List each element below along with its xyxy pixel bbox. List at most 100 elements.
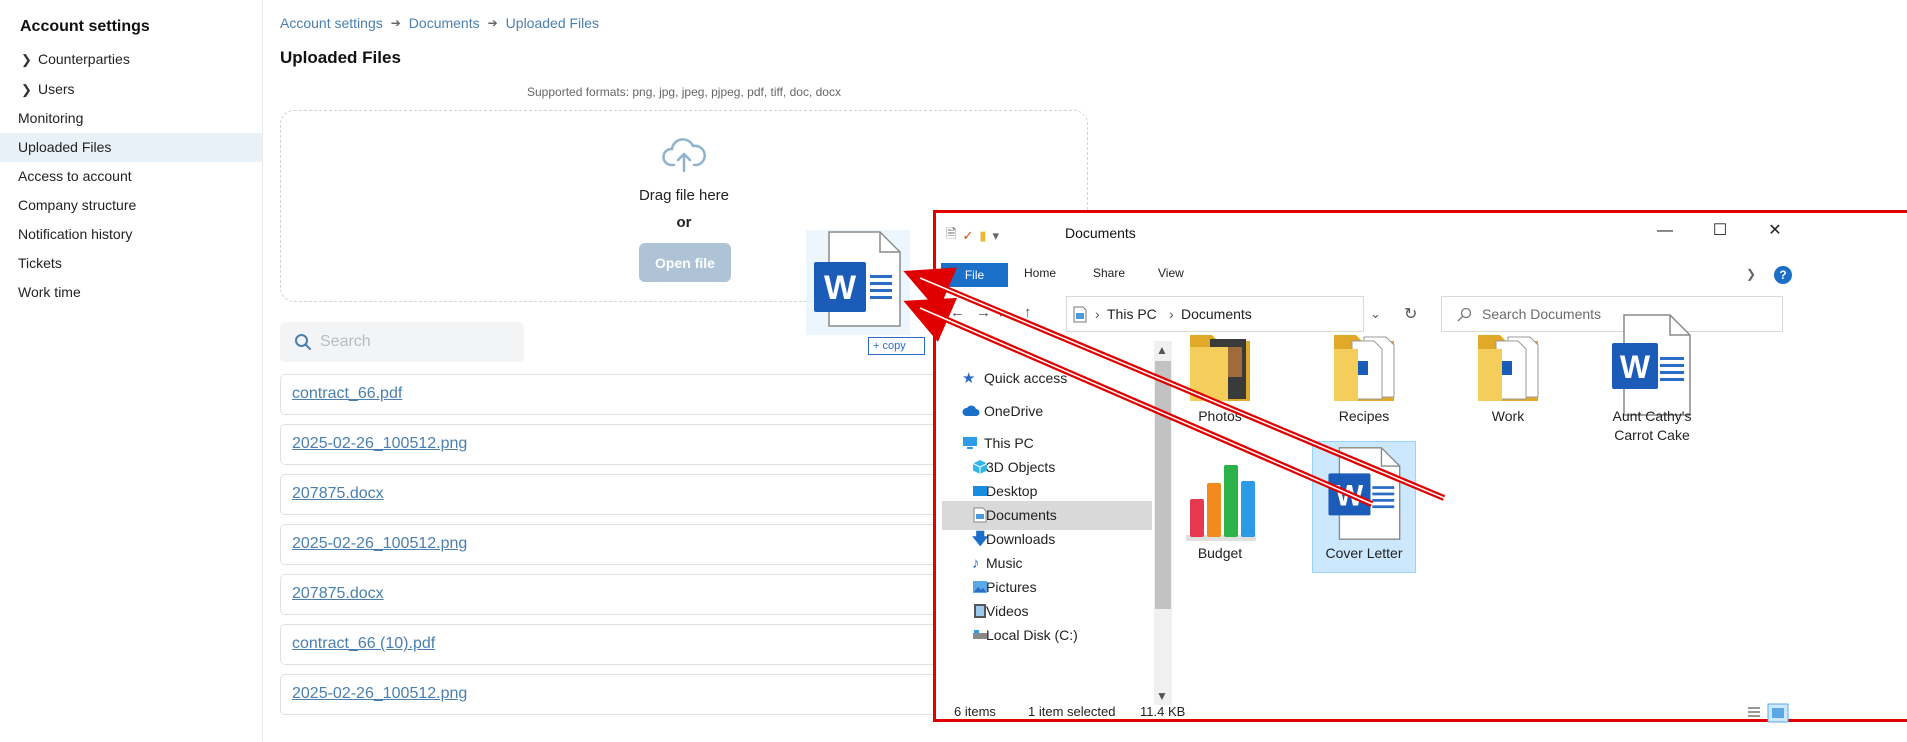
chevron-right-icon: ❯ (21, 52, 32, 67)
help-button[interactable]: ? (1774, 266, 1792, 284)
file-tile-label: Cover Letter (1325, 545, 1403, 561)
address-crumb-this-pc[interactable]: This PC (1107, 306, 1157, 322)
ribbon-tabs: File Home Share View ❯ ? (936, 263, 1907, 287)
dropzone-drag-text: Drag file here (638, 187, 730, 204)
details-view-icon[interactable] (1743, 703, 1765, 723)
file-tile-work[interactable]: Work (1456, 289, 1560, 429)
file-tile-recipes[interactable]: Recipes (1312, 289, 1416, 429)
open-file-button[interactable]: Open file (639, 243, 731, 282)
tab-view[interactable]: View (1158, 266, 1184, 280)
nav-item-quick-access[interactable]: ★ Quick access (962, 364, 1152, 393)
navigation-pane: ★ Quick access OneDrive This PC 3D Objec… (936, 341, 1154, 705)
sidebar-title: Account settings (20, 18, 150, 35)
cloud-icon (962, 405, 980, 416)
minimize-button[interactable]: — (1650, 220, 1680, 242)
properties-icon[interactable]: 🗎 (946, 225, 956, 247)
navigation-bar: ← → ▾ ↑ › This PC › Documents ⌄ ↻ (936, 295, 1907, 333)
scroll-up-icon[interactable]: ▲ (1156, 343, 1168, 357)
selection-size: 11.4 KB (1140, 704, 1186, 719)
file-link[interactable]: 2025-02-26_100512.png (292, 535, 467, 553)
svg-text:W: W (1620, 349, 1651, 385)
large-icons-view-icon[interactable] (1767, 703, 1789, 723)
file-search (280, 322, 524, 362)
file-link[interactable]: contract_66.pdf (292, 385, 402, 403)
file-link[interactable]: contract_66 (10).pdf (292, 635, 435, 653)
back-arrow-icon[interactable]: ← (950, 304, 965, 321)
search-input[interactable] (320, 322, 515, 362)
tab-share[interactable]: Share (1093, 266, 1125, 280)
word-document-icon: W (1328, 447, 1401, 540)
close-button[interactable]: ✕ (1760, 220, 1790, 242)
sidebar-item-notification-history[interactable]: Notification history (0, 220, 262, 249)
file-tile-aunt-cathys-carrot-cake[interactable]: W Aunt Cathy's Carrot Cake (1600, 289, 1704, 449)
sidebar-item-tickets[interactable]: Tickets (0, 249, 262, 278)
file-tile-label: Recipes (1338, 408, 1390, 424)
up-arrow-icon[interactable]: ↑ (1024, 304, 1032, 321)
recent-locations-icon[interactable]: ▾ (998, 307, 1004, 320)
maximize-button[interactable]: ☐ (1705, 220, 1735, 242)
breadcrumb: Account settings ➔ Documents ➔ Uploaded … (280, 15, 599, 31)
file-tile-label: Photos (1198, 408, 1242, 424)
sidebar-item-uploaded-files[interactable]: Uploaded Files (0, 133, 262, 162)
forward-arrow-icon[interactable]: → (976, 304, 991, 321)
sidebar-item-work-time[interactable]: Work time (0, 278, 262, 307)
sidebar-item-users[interactable]: ❯ Users (0, 75, 262, 104)
breadcrumb-uploaded-files[interactable]: Uploaded Files (506, 15, 599, 31)
checkmark-icon[interactable]: ✓ (962, 228, 973, 244)
file-link[interactable]: 207875.docx (292, 485, 384, 503)
customize-dropdown-icon[interactable]: ▾ (993, 228, 1000, 244)
sidebar-item-counterparties[interactable]: ❯ Counterparties (0, 45, 262, 74)
sidebar-item-label: Counterparties (38, 51, 130, 67)
nav-item-label: OneDrive (984, 403, 1044, 419)
sidebar-item-label: Users (38, 81, 75, 97)
nav-item-local-disk[interactable]: Local Disk (C:) (972, 621, 1152, 650)
svg-text:W: W (824, 269, 857, 307)
selection-count: 1 item selected (1028, 704, 1116, 719)
file-tile-label: Aunt Cathy's Carrot Cake (1612, 408, 1692, 443)
new-folder-icon[interactable]: ▮ (979, 228, 986, 244)
file-tile-photos[interactable]: Photos (1168, 289, 1272, 429)
sidebar-item-company-structure[interactable]: Company structure (0, 191, 262, 220)
copy-cursor-label: + copy (868, 337, 925, 355)
explorer-titlebar: 🗎 ✓ ▮ ▾ Documents — ☐ ✕ (936, 213, 1907, 249)
nav-item-label: Local Disk (C:) (986, 627, 1078, 643)
bar-chart-icon (1186, 465, 1256, 541)
tab-home[interactable]: Home (1024, 266, 1056, 280)
search-icon (295, 334, 311, 350)
file-tile-cover-letter[interactable]: W Cover Letter (1312, 441, 1416, 573)
sidebar-item-monitoring[interactable]: Monitoring (0, 104, 262, 133)
file-link[interactable]: 2025-02-26_100512.png (292, 435, 467, 453)
document-folder-icon (1334, 335, 1395, 401)
computer-icon (963, 437, 977, 449)
item-count: 6 items (954, 704, 996, 719)
breadcrumb-account-settings[interactable]: Account settings (280, 15, 383, 31)
star-icon: ★ (962, 370, 976, 387)
status-bar: 6 items 1 item selected 11.4 KB (936, 701, 1907, 725)
file-tile-label: Budget (1197, 545, 1243, 561)
tab-file[interactable]: File (941, 263, 1008, 287)
chevron-right-icon: › (1095, 306, 1100, 322)
expand-ribbon-icon[interactable]: ❯ (1746, 267, 1756, 281)
svg-text:W: W (1336, 480, 1364, 512)
nav-item-onedrive[interactable]: OneDrive (962, 397, 1152, 426)
documents-location-icon (1073, 306, 1087, 323)
chevron-right-icon: ❯ (21, 82, 32, 97)
window-title: Documents (1065, 225, 1136, 241)
file-link[interactable]: 207875.docx (292, 585, 384, 603)
nav-item-label: Quick access (984, 370, 1068, 386)
breadcrumb-documents[interactable]: Documents (409, 15, 480, 31)
arrow-right-icon: ➔ (487, 16, 498, 30)
sidebar: Account settings ❯ Counterparties ❯ User… (0, 0, 263, 742)
file-link[interactable]: 2025-02-26_100512.png (292, 685, 467, 703)
file-tile-budget[interactable]: Budget (1168, 441, 1272, 571)
supported-formats-text: Supported formats: png, jpg, jpeg, pjpeg… (527, 85, 841, 99)
photo-folder-icon (1190, 335, 1250, 401)
sidebar-item-access-to-account[interactable]: Access to account (0, 162, 262, 191)
document-folder-icon (1478, 335, 1539, 401)
file-explorer-window: 🗎 ✓ ▮ ▾ Documents — ☐ ✕ File Home Share … (933, 210, 1907, 725)
arrow-right-icon: ➔ (390, 16, 401, 30)
quick-access-toolbar: 🗎 ✓ ▮ ▾ (946, 225, 999, 247)
page-title: Uploaded Files (280, 48, 401, 67)
word-document-icon: W (1612, 314, 1691, 416)
file-tile-label: Work (1491, 408, 1525, 424)
